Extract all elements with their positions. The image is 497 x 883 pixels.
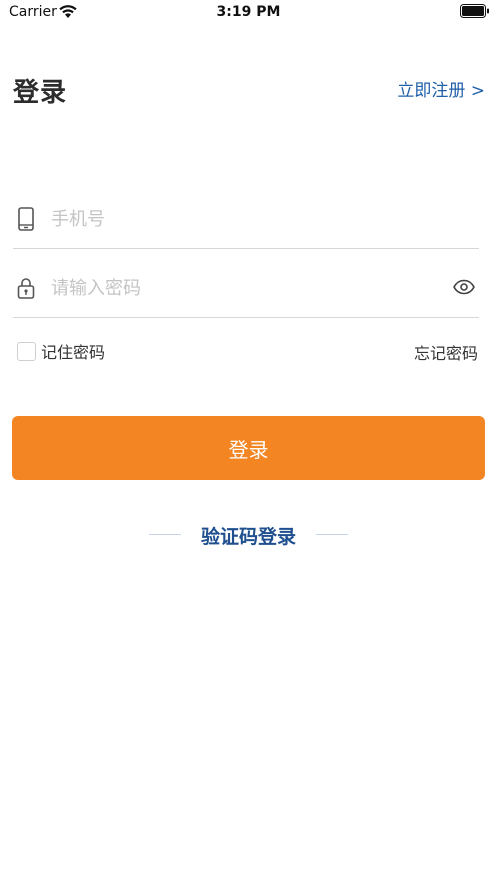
login-button[interactable]: 登录 (12, 416, 485, 480)
lock-icon (17, 278, 35, 299)
phone-input[interactable] (51, 204, 431, 234)
register-link[interactable]: 立即注册 > (397, 76, 485, 101)
password-field (13, 261, 479, 318)
phone-field (13, 192, 479, 249)
sms-login-link[interactable]: 验证码登录 (0, 522, 497, 549)
phone-icon (18, 207, 34, 231)
remember-label: 记住密码 (41, 343, 106, 362)
remember-password-toggle[interactable]: 记住密码 (17, 340, 105, 362)
sms-login-row: 验证码登录 (0, 520, 497, 550)
battery-icon (460, 4, 489, 18)
status-bar: Carrier 3:19 PM (0, 0, 497, 28)
clock: 3:19 PM (216, 4, 281, 20)
forgot-password-link[interactable]: 忘记密码 (414, 340, 478, 364)
divider-right (316, 534, 348, 535)
page-title: 登录 (13, 78, 68, 108)
password-input[interactable] (51, 273, 431, 303)
remember-checkbox[interactable] (17, 341, 36, 361)
eye-icon[interactable] (453, 279, 475, 295)
